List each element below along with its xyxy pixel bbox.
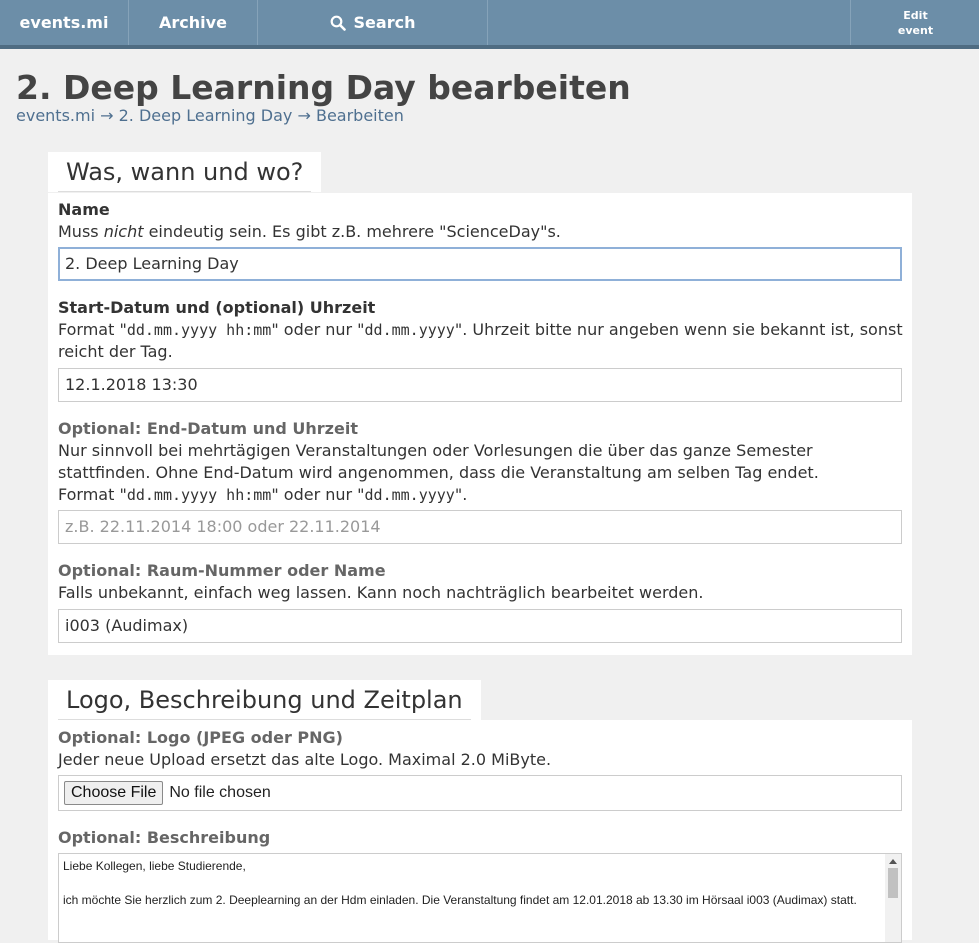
nav-archive-label: Archive (159, 13, 227, 32)
breadcrumb-edit-link[interactable]: Bearbeiten (316, 106, 404, 125)
description-line (63, 875, 881, 892)
scroll-up-arrow-icon[interactable] (889, 859, 897, 864)
nav-search-link[interactable]: Search (258, 0, 488, 45)
section-heading-text: Logo, Beschreibung und Zeitplan (66, 686, 463, 714)
description-label: Optional: Beschreibung (58, 828, 271, 847)
nav-archive-link[interactable]: Archive (129, 0, 258, 45)
name-label: Name (58, 200, 110, 219)
breadcrumb: events.mi → 2. Deep Learning Day → Bearb… (16, 106, 404, 125)
nav-edit-label-line2: event (897, 23, 934, 37)
room-help-text: Falls unbekannt, einfach weg lassen. Kan… (58, 583, 704, 602)
end-date-input[interactable]: z.B. 22.11.2014 18:00 oder 22.11.2014 (58, 510, 902, 544)
name-help-text: Muss nicht eindeutig sein. Es gibt z.B. … (58, 222, 561, 241)
description-line: ich möchte Sie herzlich zum 2. Deeplearn… (63, 893, 857, 907)
logo-label: Optional: Logo (JPEG oder PNG) (58, 728, 343, 747)
logo-file-input: Choose File No file chosen (58, 775, 902, 811)
name-input[interactable]: 2. Deep Learning Day (58, 247, 902, 281)
search-icon (330, 15, 346, 31)
nav-brand-label: events.mi (19, 13, 109, 32)
breadcrumb-separator: → (100, 106, 114, 125)
section-heading-logo-description: Logo, Beschreibung und Zeitplan (48, 680, 481, 720)
end-date-label: Optional: End-Datum und Uhrzeit (58, 419, 358, 438)
file-status-text: No file chosen (169, 784, 271, 801)
top-navigation: events.mi Archive Search Edit event (0, 0, 979, 49)
start-date-input[interactable]: 12.1.2018 13:30 (58, 368, 902, 402)
choose-file-button[interactable]: Choose File (64, 781, 164, 805)
breadcrumb-home-link[interactable]: events.mi (16, 106, 95, 125)
nav-search-label: Search (353, 13, 416, 32)
start-date-help-text: Format "dd.mm.yyyy hh:mm" oder nur "dd.m… (58, 320, 903, 361)
nav-edit-label-line1: Edit (903, 8, 928, 22)
end-date-help-text: Nur sinnvoll bei mehrtägigen Veranstaltu… (58, 441, 819, 504)
description-scrollbar[interactable] (885, 854, 901, 942)
start-date-label: Start-Datum und (optional) Uhrzeit (58, 298, 376, 317)
divider (58, 191, 312, 192)
section-heading-when-where: Was, wann und wo? (48, 152, 322, 192)
page-title: 2. Deep Learning Day bearbeiten (16, 68, 631, 107)
nav-brand-link[interactable]: events.mi (0, 0, 129, 45)
room-label: Optional: Raum-Nummer oder Name (58, 561, 386, 580)
room-input[interactable]: i003 (Audimax) (58, 609, 902, 643)
breadcrumb-separator: → (297, 106, 311, 125)
description-line: Liebe Kollegen, liebe Studierende, (63, 859, 246, 873)
scroll-thumb[interactable] (888, 868, 898, 898)
logo-help-text: Jeder neue Upload ersetzt das alte Logo.… (58, 750, 552, 769)
breadcrumb-event-link[interactable]: 2. Deep Learning Day (119, 106, 293, 125)
section-heading-text: Was, wann und wo? (66, 158, 304, 186)
nav-edit-event-link[interactable]: Edit event (850, 0, 979, 45)
description-textarea[interactable]: Liebe Kollegen, liebe Studierende, ich m… (58, 853, 902, 943)
